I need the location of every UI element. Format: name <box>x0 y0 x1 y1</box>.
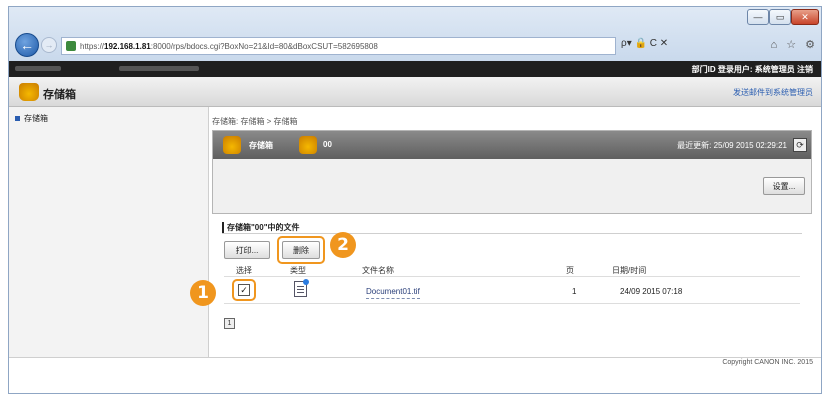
mailbox-panel: 存储箱 00 最近更新: 25/09 2015 02:29:21 ⟳ 设置... <box>212 130 812 214</box>
section-title: 存储箱"00"中的文件 <box>222 222 299 233</box>
table-row-divider <box>224 303 800 304</box>
back-arrow-icon: ← <box>20 37 34 53</box>
settings-button[interactable]: 设置... <box>763 177 805 195</box>
home-icon[interactable]: ⌂ <box>770 39 777 51</box>
callout-step-2: 2 <box>330 232 356 258</box>
column-header-select: 选择 <box>236 266 252 275</box>
column-header-type: 类型 <box>290 266 306 275</box>
url-rest: :8000/rps/bdocs.cgi?BoxNo=21&Id=80&dBoxC… <box>150 41 378 51</box>
delete-button-highlight <box>277 236 325 264</box>
column-header-datetime: 日期/时间 <box>612 266 647 275</box>
bullet-icon <box>15 116 20 122</box>
top-user-links[interactable]: 部门ID 登录用户: 系统管理员 注销 <box>692 64 813 75</box>
page-navigation-icon[interactable]: 1 <box>224 318 235 329</box>
blurred-device-info <box>119 66 199 71</box>
panel-header: 存储箱 00 最近更新: 25/09 2015 02:29:21 ⟳ <box>213 131 811 159</box>
refresh-icon: ⟳ <box>796 139 804 150</box>
print-button[interactable]: 打印... <box>224 241 270 259</box>
footer-divider <box>9 357 821 358</box>
forward-button[interactable]: → <box>41 37 57 53</box>
browser-toolbar: ⌂ ☆ ⚙ <box>764 38 815 51</box>
document-name-link[interactable]: Document01.tif <box>366 287 420 299</box>
panel-title: 存储箱 <box>249 141 273 150</box>
url-host: 192.168.1.81 <box>104 41 151 51</box>
url-prefix: https:// <box>80 41 105 51</box>
document-icon <box>294 279 309 297</box>
document-datetime: 24/09 2015 07:18 <box>620 287 683 296</box>
address-tools[interactable]: ρ▾ 🔒 C ✕ <box>621 38 668 49</box>
minimize-button[interactable]: — <box>747 9 769 25</box>
breadcrumb[interactable]: 存储箱: 存储箱 > 存储箱 <box>212 116 298 127</box>
callout-step-1: 1 <box>190 280 216 306</box>
mailbox-number: 00 <box>323 140 332 149</box>
document-name[interactable]: Document01.tif <box>366 287 420 299</box>
refresh-button[interactable]: ⟳ <box>793 138 807 152</box>
site-favicon-icon <box>66 41 76 51</box>
column-header-pages: 页 <box>566 266 574 275</box>
sidebar-item-mailbox[interactable]: 存储箱 <box>15 113 48 124</box>
mailbox-icon <box>19 83 39 101</box>
mailbox-number-icon <box>299 136 317 154</box>
blurred-device-name <box>15 66 61 71</box>
site-topbar: 部门ID 登录用户: 系统管理员 注销 <box>9 61 821 77</box>
maximize-button[interactable]: ▭ <box>769 9 791 25</box>
close-button[interactable]: ✕ <box>791 9 819 25</box>
sidebar: 存储箱 <box>9 107 209 357</box>
browser-titlebar: — ▭ ✕ ← → https:// 192.168.1.81 :8000/rp… <box>9 7 821 61</box>
address-bar[interactable]: https:// 192.168.1.81 :8000/rps/bdocs.cg… <box>61 37 616 55</box>
checkbox-highlight <box>232 279 256 301</box>
mail-admin-link[interactable]: 发送邮件到系统管理员 <box>733 87 813 98</box>
table-header-divider <box>224 276 800 277</box>
sidebar-item-label: 存储箱 <box>24 114 48 123</box>
page-title: 存储箱 <box>43 89 76 101</box>
section-divider <box>222 233 802 234</box>
back-button[interactable]: ← <box>15 33 39 57</box>
forward-arrow-icon: → <box>44 40 54 50</box>
copyright-text: Copyright CANON INC. 2015 <box>722 359 813 366</box>
last-updated: 最近更新: 25/09 2015 02:29:21 <box>677 141 787 150</box>
column-header-name: 文件名称 <box>362 266 394 275</box>
mailbox-icon <box>223 136 241 154</box>
settings-gear-icon[interactable]: ⚙ <box>805 39 815 51</box>
favorites-star-icon[interactable]: ☆ <box>786 39 796 51</box>
document-pages: 1 <box>572 287 577 296</box>
app-header: 存储箱 发送邮件到系统管理员 <box>9 77 821 107</box>
